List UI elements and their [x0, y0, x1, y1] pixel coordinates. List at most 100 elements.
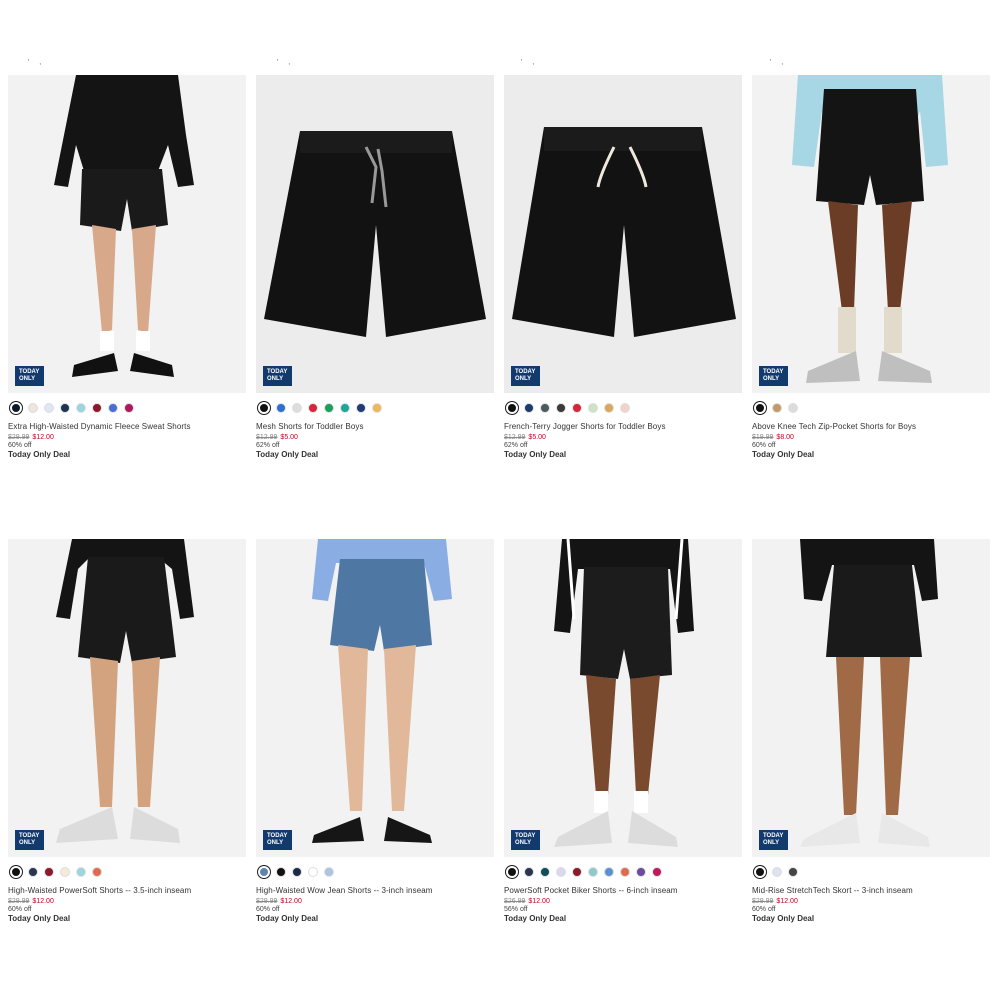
color-swatch[interactable] [556, 402, 566, 413]
color-swatch[interactable] [540, 402, 550, 413]
color-swatch[interactable] [506, 401, 518, 414]
color-swatch[interactable] [308, 402, 318, 413]
product-card[interactable]: TODAY ONLY French-Terry Jogger Shorts fo… [504, 75, 742, 459]
color-swatch[interactable] [324, 402, 334, 413]
product-card[interactable]: TODAY ONLY PowerSoft Pocket Biker Shorts… [504, 539, 742, 923]
deal-label: Today Only Deal [256, 450, 319, 459]
original-price: $12.99 [504, 434, 526, 441]
color-swatch[interactable] [588, 402, 598, 413]
color-swatch[interactable] [754, 401, 766, 414]
discount-label: 60% off [8, 906, 32, 913]
product-card[interactable]: TODAY ONLY Above Knee Tech Zip-Pocket Sh… [752, 75, 990, 459]
color-swatch[interactable] [28, 402, 38, 413]
sale-price: $5.00 [528, 434, 546, 441]
color-swatch[interactable] [92, 402, 102, 413]
color-swatch[interactable] [44, 866, 54, 877]
color-swatch[interactable] [60, 402, 70, 413]
product-image[interactable]: TODAY ONLY [752, 539, 990, 857]
color-swatch[interactable] [604, 402, 614, 413]
product-title[interactable]: Mid-Rise StretchTech Skort -- 3-inch ins… [752, 886, 990, 895]
product-image[interactable]: TODAY ONLY [256, 75, 494, 393]
color-swatches[interactable] [256, 401, 494, 414]
color-swatch[interactable] [124, 402, 134, 413]
product-card[interactable]: TODAY ONLY Extra High-Waisted Dynamic Fl… [8, 75, 246, 459]
color-swatches[interactable] [8, 401, 246, 414]
color-swatch[interactable] [276, 866, 286, 877]
sale-price: $12.00 [776, 898, 798, 905]
color-swatch[interactable] [588, 866, 598, 877]
color-swatch[interactable] [652, 866, 662, 877]
color-swatch[interactable] [372, 402, 382, 413]
product-title[interactable]: High-Waisted Wow Jean Shorts -- 3-inch i… [256, 886, 494, 895]
color-swatches[interactable] [8, 865, 246, 878]
color-swatch[interactable] [324, 866, 334, 877]
color-swatch[interactable] [10, 865, 22, 878]
color-swatch[interactable] [540, 866, 550, 877]
color-swatches[interactable] [504, 401, 742, 414]
product-image[interactable]: TODAY ONLY [8, 539, 246, 857]
color-swatch[interactable] [76, 402, 86, 413]
product-card[interactable]: TODAY ONLY High-Waisted PowerSoft Shorts… [8, 539, 246, 923]
color-swatch[interactable] [308, 866, 318, 877]
color-swatch[interactable] [28, 866, 38, 877]
color-swatch[interactable] [506, 865, 518, 878]
deal-label: Today Only Deal [8, 450, 71, 459]
discount-label: 60% off [752, 906, 776, 913]
deal-label: Today Only Deal [504, 450, 567, 459]
color-swatch[interactable] [10, 401, 22, 414]
product-card[interactable]: TODAY ONLY High-Waisted Wow Jean Shorts … [256, 539, 494, 923]
color-swatches[interactable] [752, 865, 990, 878]
color-swatch[interactable] [572, 866, 582, 877]
color-swatch[interactable] [92, 866, 102, 877]
product-card[interactable]: TODAY ONLY Mesh Shorts for Toddler Boys … [256, 75, 494, 459]
product-title[interactable]: Mesh Shorts for Toddler Boys [256, 422, 494, 431]
today-only-badge: TODAY ONLY [511, 366, 540, 386]
color-swatch[interactable] [258, 865, 270, 878]
product-image[interactable]: TODAY ONLY [256, 539, 494, 857]
color-swatch[interactable] [258, 401, 270, 414]
product-image[interactable]: TODAY ONLY [752, 75, 990, 393]
color-swatch[interactable] [276, 402, 286, 413]
discount-label: 62% off [256, 442, 280, 449]
original-price: $29.99 [8, 898, 30, 905]
sale-price: $12.00 [280, 898, 302, 905]
color-swatches[interactable] [752, 401, 990, 414]
color-swatch[interactable] [44, 402, 54, 413]
color-swatch[interactable] [356, 402, 366, 413]
color-swatch[interactable] [788, 402, 798, 413]
price: $12.99 $5.00 [504, 434, 742, 441]
color-swatch[interactable] [524, 402, 534, 413]
color-swatch[interactable] [772, 866, 782, 877]
product-image[interactable]: TODAY ONLY [8, 75, 246, 393]
color-swatch[interactable] [620, 402, 630, 413]
color-swatches[interactable] [504, 865, 742, 878]
color-swatch[interactable] [754, 865, 766, 878]
color-swatch[interactable] [620, 866, 630, 877]
product-title[interactable]: Above Knee Tech Zip-Pocket Shorts for Bo… [752, 422, 990, 431]
color-swatch[interactable] [292, 402, 302, 413]
product-title[interactable]: PowerSoft Pocket Biker Shorts -- 6-inch … [504, 886, 742, 895]
product-image[interactable]: TODAY ONLY [504, 75, 742, 393]
color-swatch[interactable] [604, 866, 614, 877]
color-swatch[interactable] [60, 866, 70, 877]
color-swatch[interactable] [788, 866, 798, 877]
deal-label: Today Only Deal [504, 914, 567, 923]
color-swatch[interactable] [556, 866, 566, 877]
color-swatch[interactable] [636, 866, 646, 877]
color-swatch[interactable] [108, 402, 118, 413]
color-swatch[interactable] [76, 866, 86, 877]
color-swatch[interactable] [292, 866, 302, 877]
color-swatch[interactable] [572, 402, 582, 413]
price: $29.99 $12.00 [256, 898, 494, 905]
color-swatch[interactable] [772, 402, 782, 413]
product-image[interactable]: TODAY ONLY [504, 539, 742, 857]
discount-label: 56% off [504, 906, 528, 913]
color-swatch[interactable] [340, 402, 350, 413]
product-card[interactable]: TODAY ONLY Mid-Rise StretchTech Skort --… [752, 539, 990, 923]
product-title[interactable]: High-Waisted PowerSoft Shorts -- 3.5-inc… [8, 886, 246, 895]
color-swatch[interactable] [524, 866, 534, 877]
color-swatches[interactable] [256, 865, 494, 878]
original-price: $29.99 [8, 434, 30, 441]
product-title[interactable]: Extra High-Waisted Dynamic Fleece Sweat … [8, 422, 246, 431]
product-title[interactable]: French-Terry Jogger Shorts for Toddler B… [504, 422, 742, 431]
